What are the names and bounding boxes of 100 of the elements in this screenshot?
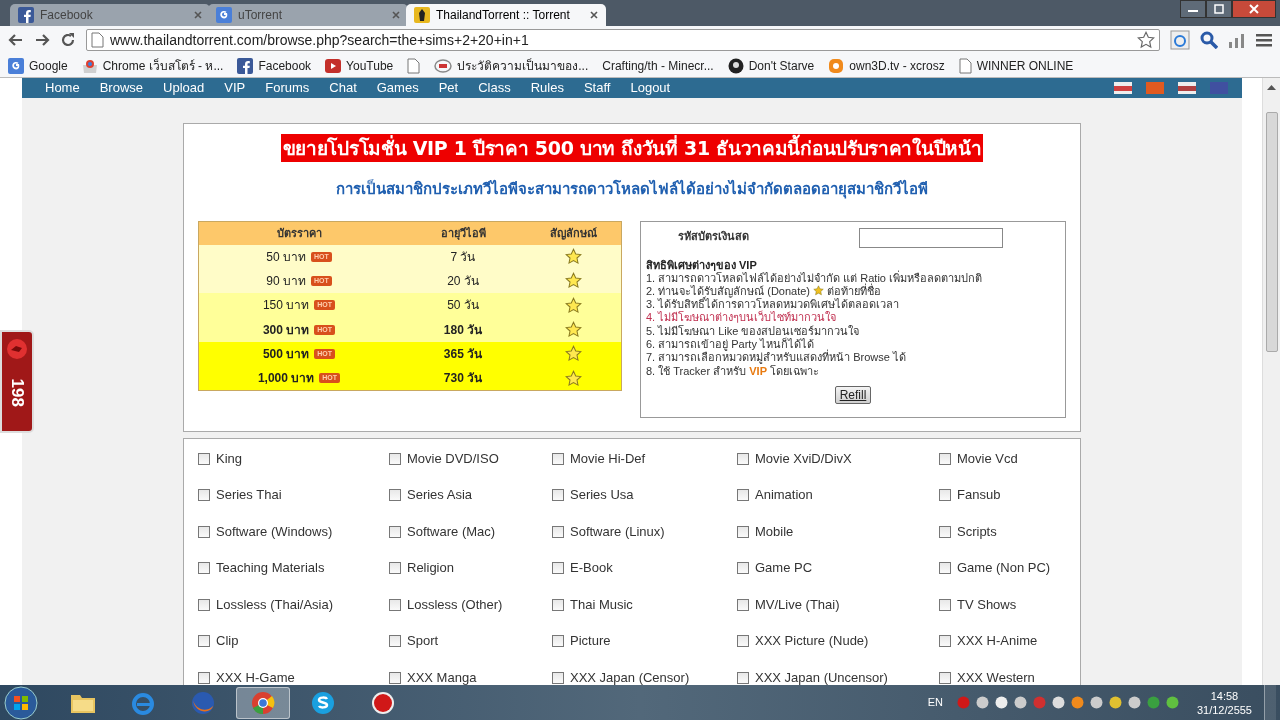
checkbox[interactable]	[198, 671, 210, 684]
checkbox[interactable]	[939, 525, 951, 538]
close-button[interactable]	[1232, 0, 1276, 18]
category-label: Game PC	[755, 559, 813, 578]
nav-link[interactable]: Class	[468, 78, 521, 98]
checkbox[interactable]	[939, 562, 951, 574]
side-widget[interactable]: 198	[0, 330, 34, 433]
checkbox[interactable]	[737, 635, 749, 647]
category-label: Religion	[407, 559, 454, 578]
card-code-field[interactable]	[858, 227, 1003, 248]
browser-tab[interactable]: ThailandTorrent :: Torrent	[406, 4, 606, 26]
address-bar[interactable]: www.thailandtorrent.com/browse.php?search=the+sims+2+20+in+1	[86, 29, 1160, 51]
checkbox[interactable]	[198, 452, 210, 465]
checkbox[interactable]	[389, 489, 401, 501]
nav-link[interactable]: Home	[35, 78, 90, 98]
checkbox[interactable]	[939, 489, 951, 501]
nav-link[interactable]: Games	[366, 78, 429, 98]
checkbox[interactable]	[389, 452, 401, 465]
checkbox[interactable]	[198, 598, 210, 611]
checkbox[interactable]	[552, 635, 564, 647]
checkbox[interactable]	[939, 635, 951, 647]
nav-link[interactable]: Browse	[89, 78, 154, 98]
checkbox[interactable]	[552, 598, 564, 611]
perk-text: 1. สามารถดาวโหลดไฟล์ได้อย่างไม่จำกัด แต่ Ratio เพิ่มหรือลดตามปกติ	[645, 271, 984, 284]
close-tab-icon[interactable]	[392, 11, 400, 19]
nav-link[interactable]: Forums	[255, 78, 320, 98]
checkbox[interactable]	[389, 562, 401, 574]
scroll-thumb[interactable]	[1265, 112, 1278, 352]
checkbox[interactable]	[198, 562, 210, 574]
nav-link[interactable]: VIP	[214, 78, 256, 98]
category-label: Thai Music	[570, 595, 633, 614]
bookmark[interactable]: YouTube	[325, 56, 394, 75]
checkbox[interactable]	[198, 635, 210, 647]
checkbox[interactable]	[737, 452, 749, 465]
scrollbar[interactable]	[1262, 78, 1280, 685]
bookmark[interactable]: Google	[8, 56, 68, 75]
nav-link[interactable]: Logout	[620, 78, 681, 98]
checkbox[interactable]	[939, 452, 951, 465]
star-icon	[1137, 31, 1155, 49]
checkbox[interactable]	[552, 489, 564, 501]
fox-globe-icon	[190, 689, 216, 716]
clock-time[interactable]: 14:58	[1210, 688, 1239, 703]
checkbox[interactable]	[737, 671, 749, 684]
bookmark[interactable]: Chrome เว็บสโตร์ - ห...	[81, 56, 224, 75]
bookmark[interactable]: WINNER ONLINE	[958, 56, 1074, 75]
google-icon	[216, 7, 232, 23]
clock-date[interactable]: 31/12/2555	[1196, 702, 1252, 717]
checkbox[interactable]	[552, 671, 564, 684]
scroll-up-icon	[1267, 84, 1276, 90]
checkbox[interactable]	[389, 598, 401, 611]
promo-banner: ขยายโปรโมชั่น VIP 1 ปีราคา 500 บาท ถึงวันที่ 31 ธันวาคมนี้ก่อนปรับราคาในปีหน้า	[280, 133, 984, 162]
browser-tab[interactable]: Facebook	[10, 4, 210, 26]
nav-link[interactable]: Chat	[319, 78, 367, 98]
checkbox[interactable]	[552, 452, 564, 465]
nav-link[interactable]: Rules	[520, 78, 574, 98]
checkbox[interactable]	[389, 635, 401, 647]
bookmark[interactable]: Crafting/th - Minecr...	[602, 56, 714, 75]
duration-text: 20 วัน	[446, 272, 480, 290]
minimize-button[interactable]	[1180, 0, 1206, 18]
bookmark[interactable]: Don't Starve	[727, 56, 815, 75]
bookmark[interactable]: own3D.tv - xcrosz	[828, 56, 945, 75]
checkbox[interactable]	[389, 525, 401, 538]
close-tab-icon[interactable]	[590, 11, 598, 19]
checkbox[interactable]	[737, 598, 749, 611]
star-icon	[565, 369, 583, 387]
category-label: Software (Linux)	[570, 522, 665, 541]
facebook-icon	[237, 57, 254, 74]
flag-icon	[1114, 81, 1132, 94]
checkbox[interactable]	[552, 562, 564, 574]
checkbox[interactable]	[737, 525, 749, 538]
bookmark[interactable]	[407, 57, 421, 74]
checkbox[interactable]	[737, 562, 749, 574]
perk-text: 8. ใช้ Tracker สำหรับ VIP โดยเฉพาะ	[645, 364, 821, 378]
refill-button[interactable]: Refill	[834, 385, 872, 404]
category-label: XXX Japan (Uncensor)	[755, 668, 888, 685]
reload-icon	[60, 32, 76, 48]
nav-link[interactable]: Staff	[573, 78, 621, 98]
duration-text: 365 วัน	[442, 345, 484, 363]
language-indicator[interactable]: EN	[927, 694, 943, 711]
taskbar-button[interactable]	[236, 686, 290, 719]
nav-link[interactable]: Upload	[153, 78, 215, 98]
category-label: Lossless (Other)	[407, 595, 503, 614]
perk-text: 3. ได้รับสิทธิ์ได้การดาวโหลดหมวดพิเศษได้ตลอดเวลา	[645, 298, 901, 311]
checkbox[interactable]	[939, 598, 951, 611]
maximize-button[interactable]	[1206, 0, 1232, 18]
checkbox[interactable]	[389, 671, 401, 684]
bookmark[interactable]: Facebook	[237, 56, 312, 75]
checkbox[interactable]	[198, 525, 210, 538]
show-desktop-button[interactable]	[1264, 685, 1276, 720]
checkbox[interactable]	[737, 489, 749, 501]
price-text: 150 บาท	[262, 297, 310, 315]
nav-link[interactable]: Pet	[428, 78, 469, 98]
bookmark[interactable]: ประวัติความเป็นมาของ...	[434, 56, 589, 75]
close-tab-icon[interactable]	[194, 11, 202, 19]
checkbox[interactable]	[198, 489, 210, 501]
category-label: Scripts	[957, 522, 997, 541]
checkbox[interactable]	[939, 671, 951, 684]
checkbox[interactable]	[552, 525, 564, 538]
browser-tab[interactable]: uTorrent	[208, 4, 408, 26]
tab-title: uTorrent	[238, 7, 284, 24]
